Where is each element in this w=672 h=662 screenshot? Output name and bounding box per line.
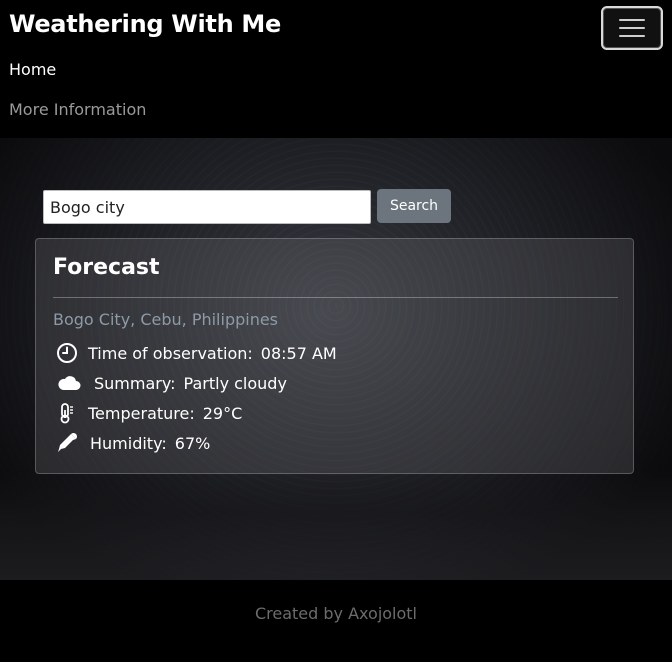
navbar-toggler-button[interactable]	[601, 6, 663, 50]
hero-background: Search Forecast Bogo City, Cebu, Philipp…	[0, 138, 672, 580]
search-button[interactable]: Search	[377, 189, 451, 223]
forecast-title: Forecast	[53, 255, 160, 280]
observation-time-row: Time of observation: 08:57 AM	[56, 342, 337, 364]
humidity-value: 67%	[174, 433, 211, 453]
thermometer-icon	[56, 402, 78, 424]
nav-link-more-information[interactable]: More Information	[9, 100, 146, 119]
navbar: Weathering With Me Home More Information	[0, 0, 672, 138]
temperature-row: Temperature: 29°C	[56, 402, 242, 424]
humidity-row: Humidity: 67%	[56, 432, 210, 454]
location-text: Bogo City, Cebu, Philippines	[53, 310, 279, 329]
temperature-value: 29°C	[202, 403, 243, 423]
hamburger-icon	[619, 19, 645, 21]
nav-link-home[interactable]: Home	[9, 60, 56, 79]
summary-row: Summary: Partly cloudy	[56, 372, 287, 394]
dropper-icon	[56, 432, 78, 454]
footer: Created by Axojolotl	[0, 580, 672, 662]
clock-icon	[56, 342, 78, 364]
search-input[interactable]	[43, 190, 371, 224]
card-divider	[53, 297, 618, 298]
footer-credit: Created by Axojolotl	[254, 604, 417, 623]
cloud-icon	[56, 372, 81, 394]
brand-title[interactable]: Weathering With Me	[9, 10, 281, 38]
observation-time-value: 08:57 AM	[260, 343, 337, 363]
forecast-card: Forecast Bogo City, Cebu, Philippines Ti…	[35, 238, 634, 474]
summary-value: Partly cloudy	[183, 373, 287, 393]
